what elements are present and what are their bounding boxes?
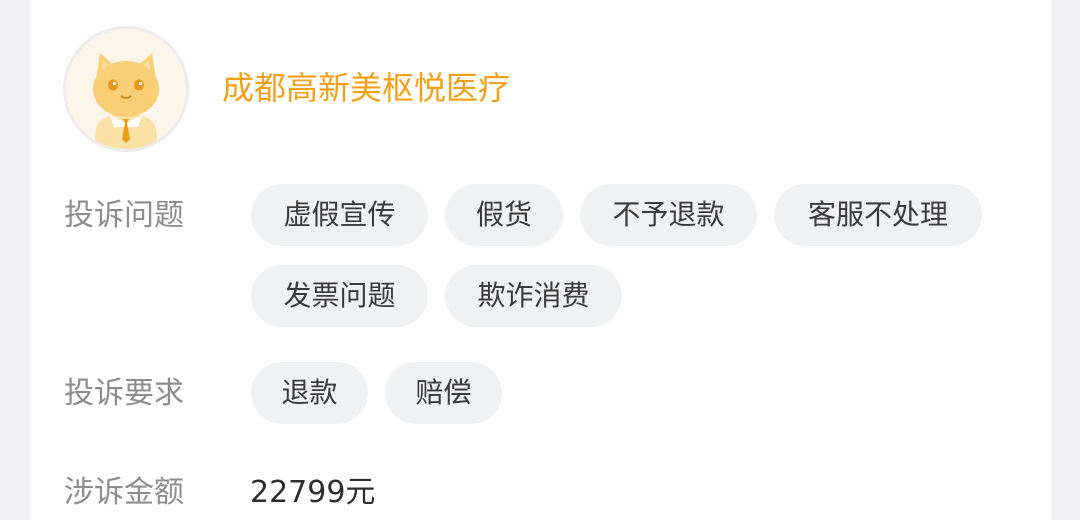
- cat-mascot-icon: [93, 53, 159, 149]
- demand-tag-refund: 退款: [251, 362, 368, 424]
- merchant-avatar[interactable]: [63, 26, 189, 152]
- amount-value: 22799元: [250, 475, 376, 510]
- issue-tag-fraud: 欺诈消费: [445, 265, 622, 327]
- demand-tag-compensation: 赔偿: [385, 362, 502, 424]
- issue-tag-false-advertising: 虚假宣传: [251, 184, 428, 246]
- merchant-name[interactable]: 成都高新美枢悦医疗: [222, 68, 510, 108]
- issue-tag-no-refund: 不予退款: [580, 184, 757, 246]
- amount-label: 涉诉金额: [64, 475, 184, 510]
- issue-tag-invoice: 发票问题: [251, 265, 428, 327]
- complaint-demands-label: 投诉要求: [64, 376, 184, 411]
- issue-tag-service-unresolved: 客服不处理: [774, 184, 982, 246]
- issue-tag-counterfeit: 假货: [445, 184, 563, 246]
- complaint-issues-label: 投诉问题: [64, 198, 184, 233]
